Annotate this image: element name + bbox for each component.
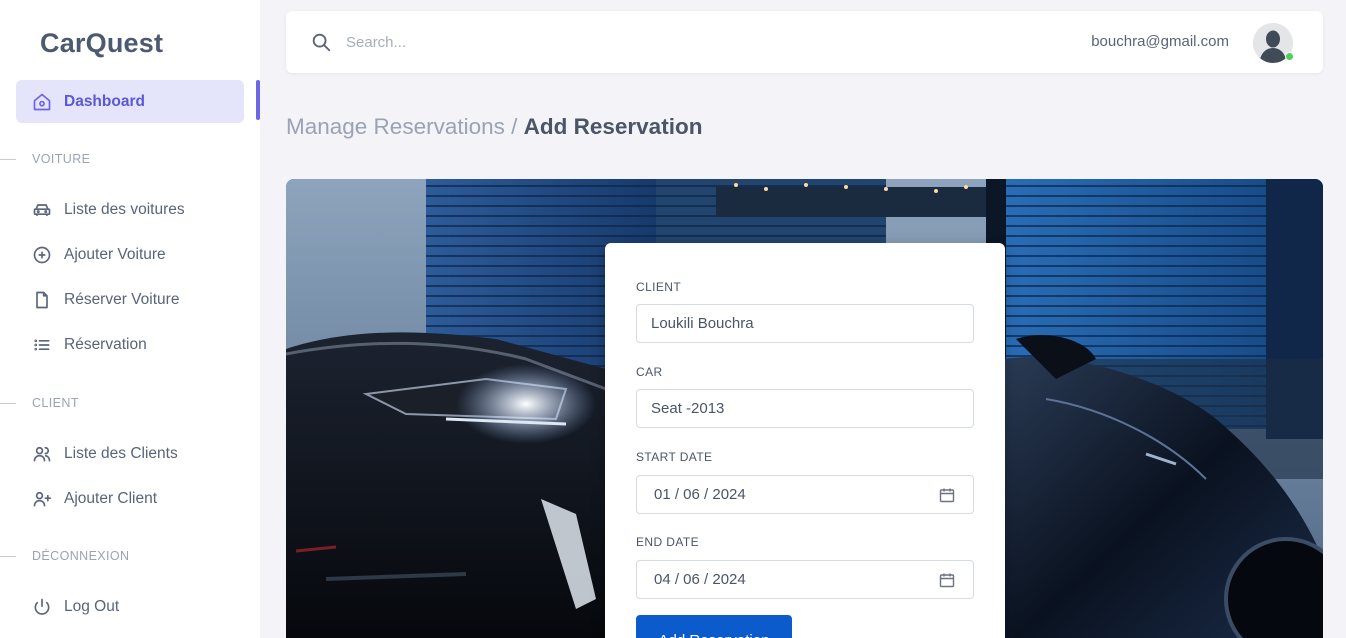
end-date-field[interactable]: 04 / 06 / 2024 [636, 560, 974, 599]
section-deconnexion: DÉCONNEXION [0, 549, 129, 563]
sidebar-item-label: Dashboard [64, 92, 145, 110]
section-title: DÉCONNEXION [32, 549, 130, 563]
sidebar-item-ajouter-voiture[interactable]: Ajouter Voiture [32, 245, 166, 265]
section-divider [0, 158, 16, 160]
section-title: CLIENT [32, 396, 79, 410]
sidebar-item-label: Réserver Voiture [64, 291, 180, 308]
car-value: Seat -2013 [651, 400, 725, 417]
brand-logo[interactable]: CarQuest [40, 28, 163, 59]
user-plus-icon [32, 489, 52, 509]
car-field[interactable]: Seat -2013 [636, 389, 974, 428]
sidebar-item-ajouter-client[interactable]: Ajouter Client [32, 489, 157, 509]
search-icon[interactable] [310, 31, 332, 53]
user-email: bouchra@gmail.com [1091, 33, 1229, 50]
avatar[interactable] [1253, 23, 1294, 63]
sidebar-item-liste-voitures[interactable]: Liste des voitures [32, 200, 185, 220]
sidebar-item-label: Ajouter Voiture [64, 246, 166, 263]
sidebar-item-label: Ajouter Client [64, 490, 158, 507]
search-input[interactable] [346, 29, 946, 55]
calendar-icon[interactable] [939, 487, 955, 503]
start-date-value: 01 / 06 / 2024 [654, 486, 746, 503]
list-icon [32, 335, 52, 355]
client-label: CLIENT [636, 280, 682, 294]
online-status-dot [1285, 52, 1294, 61]
section-voiture: VOITURE [0, 152, 90, 166]
add-reservation-form: CLIENT Loukili Bouchra CAR Seat -2013 ST… [605, 243, 1005, 638]
client-value: Loukili Bouchra [651, 315, 754, 332]
car-icon [32, 200, 52, 220]
sidebar: CarQuest Dashboard VOITURE Liste des voi… [0, 0, 260, 638]
sidebar-item-dashboard[interactable]: Dashboard [16, 80, 244, 123]
power-icon [32, 597, 52, 617]
end-date-label: END DATE [636, 535, 699, 549]
top-bar: bouchra@gmail.com [286, 11, 1323, 73]
start-date-label: START DATE [636, 450, 713, 464]
client-field[interactable]: Loukili Bouchra [636, 304, 974, 343]
sidebar-item-reserver-voiture[interactable]: Réserver Voiture [32, 290, 179, 310]
sidebar-item-label: Liste des Clients [64, 445, 178, 462]
start-date-field[interactable]: 01 / 06 / 2024 [636, 475, 974, 514]
sidebar-item-label: Log Out [64, 598, 120, 615]
sidebar-item-reservation[interactable]: Réservation [32, 335, 147, 355]
page-title: Add Reservation [523, 114, 703, 139]
section-title: VOITURE [32, 152, 91, 166]
sidebar-item-label: Réservation [64, 336, 147, 353]
sidebar-item-liste-clients[interactable]: Liste des Clients [32, 444, 178, 464]
active-indicator [256, 80, 260, 120]
calendar-icon[interactable] [939, 572, 955, 588]
plus-circle-icon [32, 245, 52, 265]
end-date-value: 04 / 06 / 2024 [654, 571, 746, 588]
add-reservation-button[interactable]: Add Reservation [636, 615, 792, 638]
breadcrumb-parent[interactable]: Manage Reservations [286, 114, 505, 139]
users-icon [32, 444, 52, 464]
breadcrumb-separator: / [504, 114, 524, 139]
car-label: CAR [636, 365, 663, 379]
home-icon [32, 92, 52, 112]
section-divider [0, 555, 16, 557]
breadcrumb: Manage Reservations / Add Reservation [286, 114, 702, 140]
section-client: CLIENT [0, 396, 79, 410]
sidebar-item-log-out[interactable]: Log Out [32, 597, 119, 617]
sidebar-item-label: Liste des voitures [64, 201, 185, 218]
section-divider [0, 402, 16, 404]
file-icon [32, 290, 52, 310]
